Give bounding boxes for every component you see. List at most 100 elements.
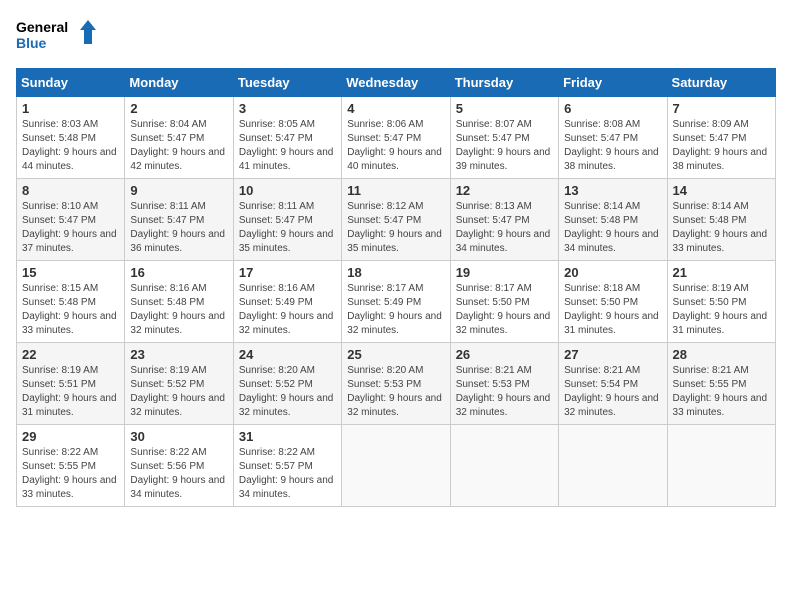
- day-info: Sunrise: 8:15 AMSunset: 5:48 PMDaylight:…: [22, 283, 117, 336]
- week-row-3: 15 Sunrise: 8:15 AMSunset: 5:48 PMDaylig…: [17, 261, 776, 343]
- day-number: 20: [564, 265, 661, 280]
- day-info: Sunrise: 8:20 AMSunset: 5:53 PMDaylight:…: [347, 365, 442, 418]
- day-info: Sunrise: 8:21 AMSunset: 5:53 PMDaylight:…: [456, 365, 551, 418]
- day-info: Sunrise: 8:16 AMSunset: 5:48 PMDaylight:…: [130, 283, 225, 336]
- day-info: Sunrise: 8:07 AMSunset: 5:47 PMDaylight:…: [456, 119, 551, 172]
- day-info: Sunrise: 8:17 AMSunset: 5:50 PMDaylight:…: [456, 283, 551, 336]
- day-info: Sunrise: 8:19 AMSunset: 5:51 PMDaylight:…: [22, 365, 117, 418]
- header-friday: Friday: [559, 69, 667, 97]
- day-number: 4: [347, 101, 444, 116]
- day-number: 1: [22, 101, 119, 116]
- day-info: Sunrise: 8:14 AMSunset: 5:48 PMDaylight:…: [564, 201, 659, 254]
- calendar-table: SundayMondayTuesdayWednesdayThursdayFrid…: [16, 68, 776, 507]
- day-cell: 6 Sunrise: 8:08 AMSunset: 5:47 PMDayligh…: [559, 97, 667, 179]
- day-cell: 28 Sunrise: 8:21 AMSunset: 5:55 PMDaylig…: [667, 343, 775, 425]
- day-number: 11: [347, 183, 444, 198]
- day-number: 5: [456, 101, 553, 116]
- day-cell: 20 Sunrise: 8:18 AMSunset: 5:50 PMDaylig…: [559, 261, 667, 343]
- day-number: 21: [673, 265, 770, 280]
- day-cell: 17 Sunrise: 8:16 AMSunset: 5:49 PMDaylig…: [233, 261, 341, 343]
- day-info: Sunrise: 8:16 AMSunset: 5:49 PMDaylight:…: [239, 283, 334, 336]
- calendar-header-row: SundayMondayTuesdayWednesdayThursdayFrid…: [17, 69, 776, 97]
- day-cell: 8 Sunrise: 8:10 AMSunset: 5:47 PMDayligh…: [17, 179, 125, 261]
- day-cell: 19 Sunrise: 8:17 AMSunset: 5:50 PMDaylig…: [450, 261, 558, 343]
- day-number: 18: [347, 265, 444, 280]
- day-info: Sunrise: 8:10 AMSunset: 5:47 PMDaylight:…: [22, 201, 117, 254]
- day-number: 27: [564, 347, 661, 362]
- day-cell: [559, 425, 667, 507]
- week-row-1: 1 Sunrise: 8:03 AMSunset: 5:48 PMDayligh…: [17, 97, 776, 179]
- day-number: 22: [22, 347, 119, 362]
- day-cell: 23 Sunrise: 8:19 AMSunset: 5:52 PMDaylig…: [125, 343, 233, 425]
- day-cell: 4 Sunrise: 8:06 AMSunset: 5:47 PMDayligh…: [342, 97, 450, 179]
- day-info: Sunrise: 8:04 AMSunset: 5:47 PMDaylight:…: [130, 119, 225, 172]
- day-number: 23: [130, 347, 227, 362]
- day-cell: 16 Sunrise: 8:16 AMSunset: 5:48 PMDaylig…: [125, 261, 233, 343]
- day-cell: 10 Sunrise: 8:11 AMSunset: 5:47 PMDaylig…: [233, 179, 341, 261]
- header-wednesday: Wednesday: [342, 69, 450, 97]
- day-number: 15: [22, 265, 119, 280]
- day-cell: 1 Sunrise: 8:03 AMSunset: 5:48 PMDayligh…: [17, 97, 125, 179]
- day-cell: 5 Sunrise: 8:07 AMSunset: 5:47 PMDayligh…: [450, 97, 558, 179]
- day-number: 14: [673, 183, 770, 198]
- day-number: 16: [130, 265, 227, 280]
- header-monday: Monday: [125, 69, 233, 97]
- day-cell: 21 Sunrise: 8:19 AMSunset: 5:50 PMDaylig…: [667, 261, 775, 343]
- day-number: 6: [564, 101, 661, 116]
- day-number: 13: [564, 183, 661, 198]
- day-info: Sunrise: 8:11 AMSunset: 5:47 PMDaylight:…: [130, 201, 225, 254]
- day-info: Sunrise: 8:20 AMSunset: 5:52 PMDaylight:…: [239, 365, 334, 418]
- day-info: Sunrise: 8:18 AMSunset: 5:50 PMDaylight:…: [564, 283, 659, 336]
- day-number: 2: [130, 101, 227, 116]
- day-info: Sunrise: 8:19 AMSunset: 5:52 PMDaylight:…: [130, 365, 225, 418]
- day-number: 25: [347, 347, 444, 362]
- day-info: Sunrise: 8:13 AMSunset: 5:47 PMDaylight:…: [456, 201, 551, 254]
- day-info: Sunrise: 8:14 AMSunset: 5:48 PMDaylight:…: [673, 201, 768, 254]
- day-number: 26: [456, 347, 553, 362]
- day-cell: 30 Sunrise: 8:22 AMSunset: 5:56 PMDaylig…: [125, 425, 233, 507]
- day-cell: 11 Sunrise: 8:12 AMSunset: 5:47 PMDaylig…: [342, 179, 450, 261]
- header-saturday: Saturday: [667, 69, 775, 97]
- day-info: Sunrise: 8:22 AMSunset: 5:55 PMDaylight:…: [22, 447, 117, 500]
- day-info: Sunrise: 8:21 AMSunset: 5:54 PMDaylight:…: [564, 365, 659, 418]
- day-info: Sunrise: 8:19 AMSunset: 5:50 PMDaylight:…: [673, 283, 768, 336]
- day-cell: 26 Sunrise: 8:21 AMSunset: 5:53 PMDaylig…: [450, 343, 558, 425]
- day-cell: 25 Sunrise: 8:20 AMSunset: 5:53 PMDaylig…: [342, 343, 450, 425]
- day-number: 12: [456, 183, 553, 198]
- day-info: Sunrise: 8:21 AMSunset: 5:55 PMDaylight:…: [673, 365, 768, 418]
- day-cell: 9 Sunrise: 8:11 AMSunset: 5:47 PMDayligh…: [125, 179, 233, 261]
- day-number: 28: [673, 347, 770, 362]
- day-info: Sunrise: 8:17 AMSunset: 5:49 PMDaylight:…: [347, 283, 442, 336]
- day-number: 10: [239, 183, 336, 198]
- svg-text:Blue: Blue: [16, 35, 47, 51]
- day-info: Sunrise: 8:09 AMSunset: 5:47 PMDaylight:…: [673, 119, 768, 172]
- day-number: 9: [130, 183, 227, 198]
- day-cell: 15 Sunrise: 8:15 AMSunset: 5:48 PMDaylig…: [17, 261, 125, 343]
- day-number: 29: [22, 429, 119, 444]
- page-header: General Blue: [16, 16, 776, 56]
- day-cell: 13 Sunrise: 8:14 AMSunset: 5:48 PMDaylig…: [559, 179, 667, 261]
- day-number: 31: [239, 429, 336, 444]
- day-cell: 2 Sunrise: 8:04 AMSunset: 5:47 PMDayligh…: [125, 97, 233, 179]
- week-row-4: 22 Sunrise: 8:19 AMSunset: 5:51 PMDaylig…: [17, 343, 776, 425]
- day-cell: 3 Sunrise: 8:05 AMSunset: 5:47 PMDayligh…: [233, 97, 341, 179]
- day-info: Sunrise: 8:12 AMSunset: 5:47 PMDaylight:…: [347, 201, 442, 254]
- day-cell: 14 Sunrise: 8:14 AMSunset: 5:48 PMDaylig…: [667, 179, 775, 261]
- day-cell: 18 Sunrise: 8:17 AMSunset: 5:49 PMDaylig…: [342, 261, 450, 343]
- day-cell: 12 Sunrise: 8:13 AMSunset: 5:47 PMDaylig…: [450, 179, 558, 261]
- logo-svg: General Blue: [16, 16, 96, 56]
- day-cell: 22 Sunrise: 8:19 AMSunset: 5:51 PMDaylig…: [17, 343, 125, 425]
- svg-text:General: General: [16, 19, 68, 35]
- day-cell: 29 Sunrise: 8:22 AMSunset: 5:55 PMDaylig…: [17, 425, 125, 507]
- day-info: Sunrise: 8:05 AMSunset: 5:47 PMDaylight:…: [239, 119, 334, 172]
- day-number: 3: [239, 101, 336, 116]
- day-info: Sunrise: 8:22 AMSunset: 5:56 PMDaylight:…: [130, 447, 225, 500]
- day-info: Sunrise: 8:11 AMSunset: 5:47 PMDaylight:…: [239, 201, 334, 254]
- day-number: 24: [239, 347, 336, 362]
- day-info: Sunrise: 8:03 AMSunset: 5:48 PMDaylight:…: [22, 119, 117, 172]
- day-info: Sunrise: 8:22 AMSunset: 5:57 PMDaylight:…: [239, 447, 334, 500]
- day-number: 19: [456, 265, 553, 280]
- day-info: Sunrise: 8:08 AMSunset: 5:47 PMDaylight:…: [564, 119, 659, 172]
- day-cell: [667, 425, 775, 507]
- day-number: 17: [239, 265, 336, 280]
